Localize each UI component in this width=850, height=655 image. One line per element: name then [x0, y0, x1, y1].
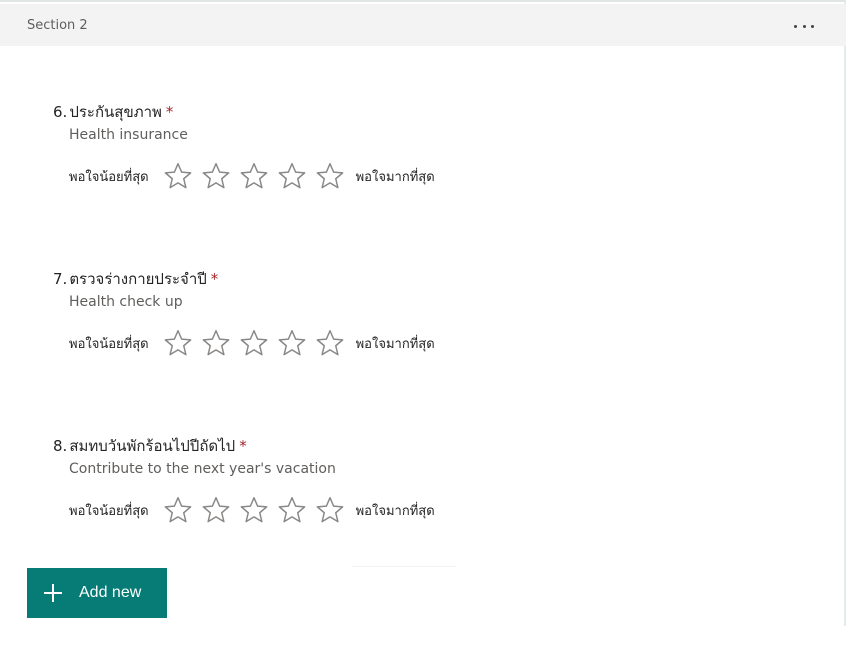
rating-min-label: พอใจน้อยที่สุด: [69, 336, 149, 352]
star-4-icon[interactable]: [277, 495, 307, 525]
star-5-icon[interactable]: [315, 495, 345, 525]
rating-row: พอใจน้อยที่สุด พอใจมากที่สุด: [69, 326, 435, 360]
rating-min-label: พอใจน้อยที่สุด: [69, 503, 149, 519]
question-text: ตรวจร่างกายประจำปี: [69, 270, 207, 288]
question-title: 6. ประกันสุขภาพ *: [53, 101, 753, 123]
required-marker: *: [239, 437, 247, 455]
star-5-icon[interactable]: [315, 328, 345, 358]
question-subtitle: Contribute to the next year's vacation: [69, 461, 336, 477]
star-2-icon[interactable]: [201, 161, 231, 191]
rating-min-label: พอใจน้อยที่สุด: [69, 169, 149, 185]
star-2-icon[interactable]: [201, 495, 231, 525]
rating-max-label: พอใจมากที่สุด: [355, 336, 435, 352]
question-number: 8.: [53, 437, 68, 455]
question-subtitle: Health insurance: [69, 127, 188, 143]
required-marker: *: [165, 103, 174, 121]
rating-row: พอใจน้อยที่สุด พอใจมากที่สุด: [69, 159, 435, 193]
question-7: 7. ตรวจร่างกายประจำปี * Health check up พอ…: [53, 268, 753, 356]
more-options-button[interactable]: [794, 17, 814, 35]
question-6: 6. ประกันสุขภาพ * Health insurance พอใจน้อ…: [53, 101, 753, 189]
more-options-icon: [794, 24, 797, 28]
required-marker: *: [210, 270, 219, 288]
star-3-icon[interactable]: [239, 161, 269, 191]
plus-icon: [44, 584, 62, 602]
question-title: 8. สมทบวันพักร้อนไปปีถัดไป *: [53, 435, 753, 457]
star-4-icon[interactable]: [277, 328, 307, 358]
divider: [352, 566, 456, 567]
star-rating: [163, 328, 345, 358]
rating-row: พอใจน้อยที่สุด พอใจมากที่สุด: [69, 493, 435, 527]
add-new-button[interactable]: Add new: [27, 568, 167, 618]
star-4-icon[interactable]: [277, 161, 307, 191]
star-2-icon[interactable]: [201, 328, 231, 358]
question-number: 6.: [53, 103, 68, 121]
question-subtitle: Health check up: [69, 294, 183, 310]
add-new-label: Add new: [79, 584, 142, 601]
star-1-icon[interactable]: [163, 328, 193, 358]
star-3-icon[interactable]: [239, 495, 269, 525]
rating-max-label: พอใจมากที่สุด: [355, 503, 435, 519]
question-text: สมทบวันพักร้อนไปปีถัดไป: [69, 437, 236, 455]
question-8: 8. สมทบวันพักร้อนไปปีถัดไป * Contribute to…: [53, 435, 753, 523]
section-card: Section 2 6. ประกันสุขภาพ * Health insuran…: [0, 0, 846, 626]
form-page: Section 2 6. ประกันสุขภาพ * Health insuran…: [0, 0, 850, 655]
star-rating: [163, 161, 345, 191]
star-5-icon[interactable]: [315, 161, 345, 191]
star-1-icon[interactable]: [163, 495, 193, 525]
star-rating: [163, 495, 345, 525]
rating-max-label: พอใจมากที่สุด: [355, 169, 435, 185]
question-text: ประกันสุขภาพ: [69, 103, 162, 121]
more-options-icon-dot: [802, 24, 806, 28]
more-options-icon-dot: [811, 24, 814, 28]
question-title: 7. ตรวจร่างกายประจำปี *: [53, 268, 753, 290]
section-title: Section 2: [27, 18, 88, 33]
star-3-icon[interactable]: [239, 328, 269, 358]
question-number: 7.: [53, 270, 68, 288]
star-1-icon[interactable]: [163, 161, 193, 191]
section-header: Section 2: [0, 4, 846, 46]
